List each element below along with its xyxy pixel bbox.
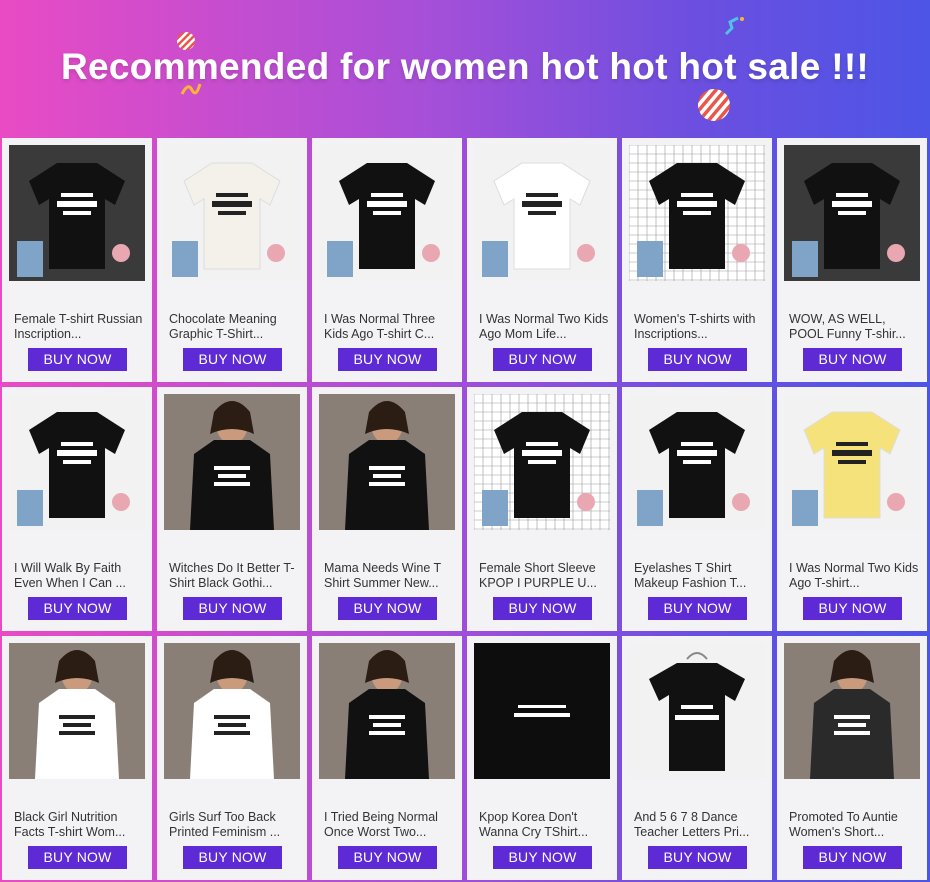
product-image[interactable]: [474, 643, 610, 779]
buy-now-button[interactable]: BUY NOW: [803, 348, 902, 371]
buy-now-button[interactable]: BUY NOW: [183, 846, 282, 869]
product-title[interactable]: WOW, AS WELL, POOL Funny T-shir...: [789, 312, 919, 344]
product-card[interactable]: I Was Normal Two Kids Ago T-shirt... BUY …: [777, 387, 927, 631]
promo-banner: Recommended for women hot hot hot sale !…: [0, 0, 930, 138]
tshirt-image-icon: [784, 145, 920, 281]
product-image[interactable]: [629, 643, 765, 779]
buy-now-button[interactable]: BUY NOW: [338, 597, 437, 620]
product-image[interactable]: [784, 394, 920, 530]
tshirt-image-icon: [629, 394, 765, 530]
product-title[interactable]: I Was Normal Two Kids Ago T-shirt...: [789, 561, 919, 593]
buy-now-button[interactable]: BUY NOW: [28, 597, 127, 620]
product-title[interactable]: I Tried Being Normal Once Worst Two...: [324, 810, 454, 842]
product-image[interactable]: [784, 643, 920, 779]
product-card[interactable]: I Was Normal Three Kids Ago T-shirt C...…: [312, 138, 462, 382]
product-title[interactable]: Kpop Korea Don't Wanna Cry TShirt...: [479, 810, 609, 842]
product-card[interactable]: I Will Walk By Faith Even When I Can ...…: [2, 387, 152, 631]
buy-now-button[interactable]: BUY NOW: [803, 846, 902, 869]
product-title[interactable]: Black Girl Nutrition Facts T-shirt Wom..…: [14, 810, 144, 842]
product-title[interactable]: And 5 6 7 8 Dance Teacher Letters Pri...: [634, 810, 764, 842]
tshirt-image-icon: [164, 145, 300, 281]
product-card[interactable]: Chocolate Meaning Graphic T-Shirt... BUY …: [157, 138, 307, 382]
product-title[interactable]: Girls Surf Too Back Printed Feminism ...: [169, 810, 299, 842]
product-image[interactable]: [164, 145, 300, 281]
product-image[interactable]: [629, 394, 765, 530]
product-title[interactable]: Promoted To Auntie Women's Short...: [789, 810, 919, 842]
buy-now-button[interactable]: BUY NOW: [183, 348, 282, 371]
tshirt-image-icon: [9, 145, 145, 281]
striped-ball-icon: [698, 89, 730, 121]
product-card[interactable]: Female Short Sleeve KPOP I PURPLE U... BU…: [467, 387, 617, 631]
tshirt-image-icon: [629, 145, 765, 281]
tshirt-image-icon: [629, 643, 765, 779]
buy-now-button[interactable]: BUY NOW: [493, 597, 592, 620]
product-grid: Female T-shirt Russian Inscription... BUY…: [2, 138, 928, 882]
product-image[interactable]: [474, 394, 610, 530]
tshirt-image-icon: [164, 394, 300, 530]
product-title[interactable]: Chocolate Meaning Graphic T-Shirt...: [169, 312, 299, 344]
product-title[interactable]: I Will Walk By Faith Even When I Can ...: [14, 561, 144, 593]
tshirt-image-icon: [474, 643, 610, 779]
product-title[interactable]: Women's T-shirts with Inscriptions...: [634, 312, 764, 344]
product-image[interactable]: [629, 145, 765, 281]
product-card[interactable]: And 5 6 7 8 Dance Teacher Letters Pri...…: [622, 636, 772, 880]
product-title[interactable]: Witches Do It Better T-Shirt Black Gothi…: [169, 561, 299, 593]
tshirt-image-icon: [164, 643, 300, 779]
product-card[interactable]: Black Girl Nutrition Facts T-shirt Wom..…: [2, 636, 152, 880]
tshirt-image-icon: [9, 394, 145, 530]
product-card[interactable]: Women's T-shirts with Inscriptions... BUY…: [622, 138, 772, 382]
product-image[interactable]: [319, 394, 455, 530]
buy-now-button[interactable]: BUY NOW: [338, 846, 437, 869]
product-image[interactable]: [9, 643, 145, 779]
buy-now-button[interactable]: BUY NOW: [28, 846, 127, 869]
tshirt-image-icon: [474, 145, 610, 281]
product-card[interactable]: Promoted To Auntie Women's Short... BUY N…: [777, 636, 927, 880]
product-image[interactable]: [474, 145, 610, 281]
product-card[interactable]: WOW, AS WELL, POOL Funny T-shir... BUY NO…: [777, 138, 927, 382]
product-card[interactable]: I Was Normal Two Kids Ago Mom Life... BUY…: [467, 138, 617, 382]
product-card[interactable]: Mama Needs Wine T Shirt Summer New... BUY…: [312, 387, 462, 631]
buy-now-button[interactable]: BUY NOW: [493, 846, 592, 869]
product-image[interactable]: [9, 394, 145, 530]
buy-now-button[interactable]: BUY NOW: [28, 348, 127, 371]
buy-now-button[interactable]: BUY NOW: [183, 597, 282, 620]
product-image[interactable]: [319, 643, 455, 779]
confetti-icon: [724, 16, 744, 36]
product-title[interactable]: Female Short Sleeve KPOP I PURPLE U...: [479, 561, 609, 593]
product-card[interactable]: Girls Surf Too Back Printed Feminism ...…: [157, 636, 307, 880]
product-card[interactable]: Eyelashes T Shirt Makeup Fashion T... BUY…: [622, 387, 772, 631]
product-card[interactable]: Kpop Korea Don't Wanna Cry TShirt... BUY …: [467, 636, 617, 880]
product-title[interactable]: Mama Needs Wine T Shirt Summer New...: [324, 561, 454, 593]
buy-now-button[interactable]: BUY NOW: [648, 597, 747, 620]
product-image[interactable]: [164, 394, 300, 530]
buy-now-button[interactable]: BUY NOW: [648, 846, 747, 869]
product-image[interactable]: [164, 643, 300, 779]
tshirt-image-icon: [319, 145, 455, 281]
product-card[interactable]: Female T-shirt Russian Inscription... BUY…: [2, 138, 152, 382]
buy-now-button[interactable]: BUY NOW: [493, 348, 592, 371]
tshirt-image-icon: [319, 394, 455, 530]
buy-now-button[interactable]: BUY NOW: [338, 348, 437, 371]
tshirt-image-icon: [319, 643, 455, 779]
product-card[interactable]: I Tried Being Normal Once Worst Two... BU…: [312, 636, 462, 880]
buy-now-button[interactable]: BUY NOW: [803, 597, 902, 620]
buy-now-button[interactable]: BUY NOW: [648, 348, 747, 371]
tshirt-image-icon: [474, 394, 610, 530]
product-image[interactable]: [319, 145, 455, 281]
tshirt-image-icon: [784, 643, 920, 779]
product-title[interactable]: Female T-shirt Russian Inscription...: [14, 312, 144, 344]
product-card[interactable]: Witches Do It Better T-Shirt Black Gothi…: [157, 387, 307, 631]
product-image[interactable]: [9, 145, 145, 281]
product-title[interactable]: I Was Normal Three Kids Ago T-shirt C...: [324, 312, 454, 344]
product-title[interactable]: I Was Normal Two Kids Ago Mom Life...: [479, 312, 609, 344]
product-image[interactable]: [784, 145, 920, 281]
banner-title: Recommended for women hot hot hot sale !…: [60, 46, 870, 87]
tshirt-image-icon: [784, 394, 920, 530]
tshirt-image-icon: [9, 643, 145, 779]
product-title[interactable]: Eyelashes T Shirt Makeup Fashion T...: [634, 561, 764, 593]
